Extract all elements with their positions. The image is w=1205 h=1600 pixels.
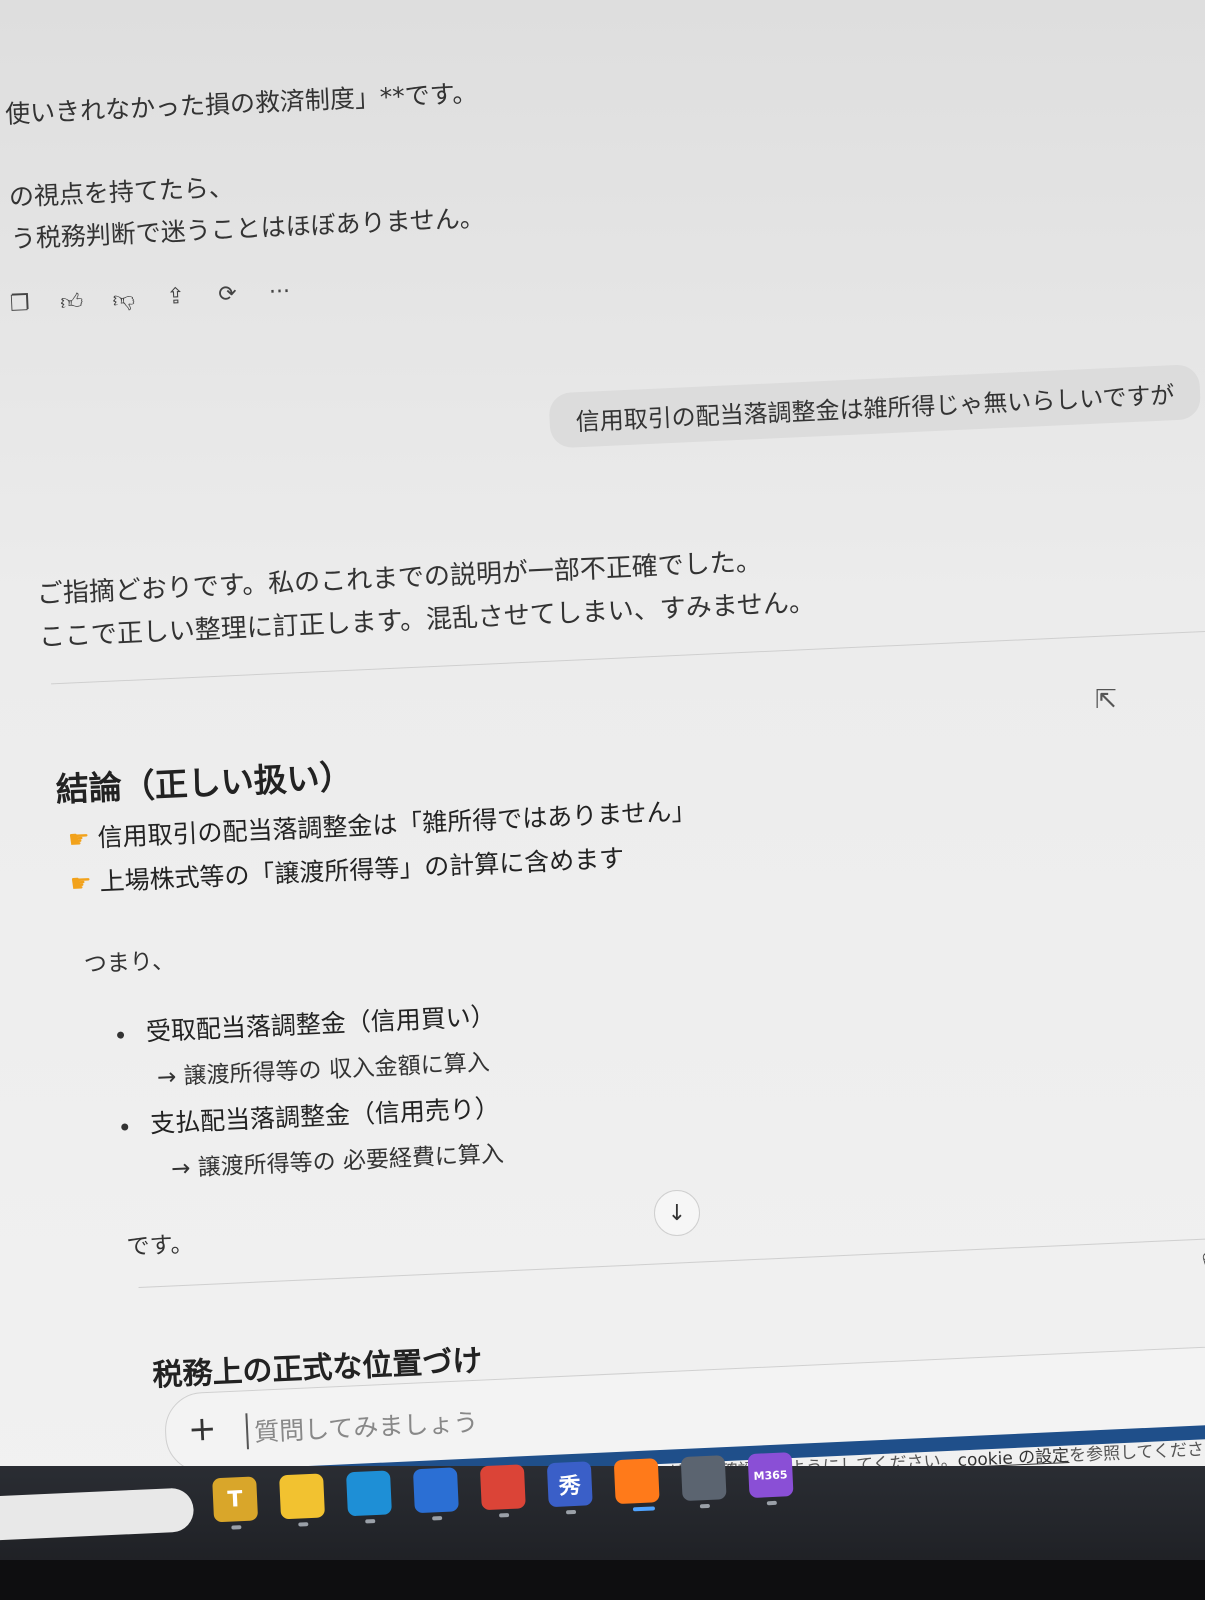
taskbar-running-indicator xyxy=(565,1509,577,1515)
taskbar-running-indicator xyxy=(365,1519,376,1524)
taskbar-search[interactable] xyxy=(0,1487,195,1542)
taskbar-running-indicator xyxy=(231,1525,242,1530)
taskbar-running-indicator xyxy=(432,1516,443,1521)
taskbar-running-indicator xyxy=(632,1506,656,1512)
taskbar-app-edge[interactable] xyxy=(346,1470,392,1517)
taskbar-running-indicator xyxy=(766,1500,777,1506)
taskbar-running-indicator xyxy=(298,1522,309,1527)
taskbar-running-indicator xyxy=(699,1503,710,1509)
taskbar-app-store[interactable] xyxy=(412,1467,459,1514)
taskbar-app-m365[interactable]: M365 xyxy=(747,1452,794,1499)
taskbar-app-calculator[interactable] xyxy=(680,1455,727,1502)
taskbar-app-t[interactable]: T xyxy=(212,1476,259,1523)
composer-area: 🎙︎ + 質問してみましょう ChatGPT の回答は必ずしも正しいとは限りませ… xyxy=(0,0,1205,1508)
taskbar-app-hide[interactable]: 秀 xyxy=(546,1461,593,1508)
chat-window: 使いきれなかった損の救済制度」**です。 の視点を持てたら、 う税務判断で迷うこ… xyxy=(0,0,1205,1510)
monitor-bezel xyxy=(0,1560,1205,1600)
taskbar-running-indicator xyxy=(499,1512,510,1518)
taskbar-app-chrome[interactable] xyxy=(479,1464,526,1511)
taskbar-app-firefox[interactable] xyxy=(613,1458,660,1505)
microphone-icon[interactable]: 🎙︎ xyxy=(1196,1251,1205,1277)
taskbar-app-explorer[interactable] xyxy=(279,1473,326,1520)
